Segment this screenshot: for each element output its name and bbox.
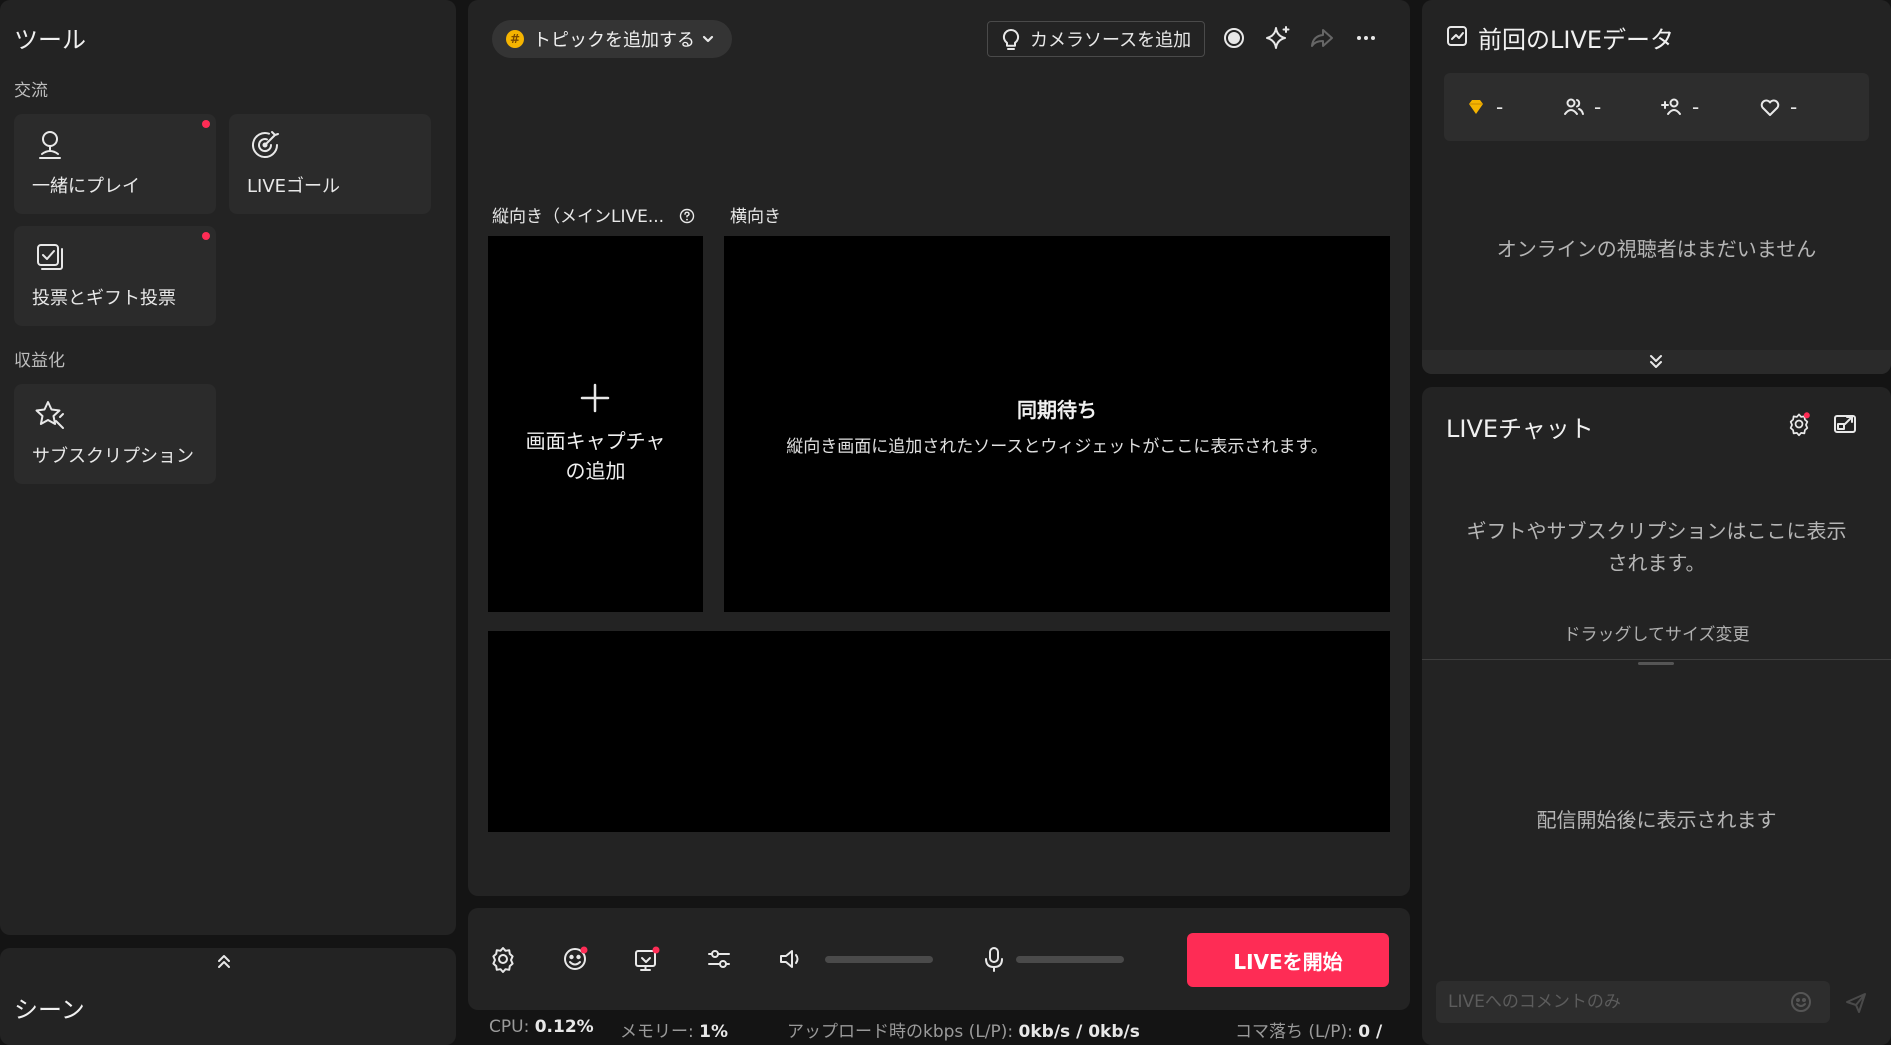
memory-label: メモリー: [620, 1022, 694, 1042]
cpu-status: CPU: 0.12% [489, 1017, 594, 1037]
vertical-canvas-label: 縦向き（メインLIVE... [492, 202, 695, 227]
add-camera-label: カメラソースを追加 [1030, 30, 1192, 51]
sparkle-icon[interactable] [1264, 24, 1292, 52]
last-live-title: 前回のLIVEデータ [1478, 26, 1675, 54]
speaker-icon[interactable] [776, 944, 806, 974]
poll-icon [37, 244, 63, 270]
stat-likes: - [1758, 95, 1797, 119]
more-icon[interactable] [1352, 24, 1380, 52]
tool-live-goal[interactable]: LIVEゴール [229, 114, 431, 214]
heart-icon [1760, 99, 1780, 116]
notification-dot [202, 120, 210, 128]
resize-hint: ドラッグしてサイズ変更 [1563, 625, 1750, 645]
frame-drop-status: コマ落ち (L/P): 0 / [1235, 1017, 1382, 1042]
horizontal-canvas-label: 横向き [730, 207, 781, 227]
live-chat-panel: LIVEチャット ギフトやサブスクリプションはここに表示 されます。 ドラッグし… [1422, 387, 1891, 1045]
resize-handle[interactable] [1638, 662, 1674, 665]
add-camera-source-button[interactable]: カメラソースを追加 [987, 21, 1205, 57]
stat-followers: - [1660, 95, 1699, 119]
viewers-icon [1564, 98, 1584, 115]
tools-panel: ツール 交流 一緒にプレイ LIVEゴール 投票とギフト投票 収益化 サブスクリ… [0, 0, 456, 935]
mic-volume-slider[interactable] [1016, 956, 1124, 963]
stats-box: - - - - [1444, 73, 1869, 141]
preview-panel: # トピックを追加する カメラソースを追加 縦向き（メインLIVE... 横向き… [468, 0, 1410, 896]
popout-icon[interactable] [1832, 411, 1858, 437]
bottom-canvas [488, 631, 1390, 832]
lightbulb-icon [1002, 28, 1020, 50]
tools-title: ツール [14, 26, 86, 54]
comment-input[interactable] [1436, 981, 1830, 1023]
stat-value: - [1496, 95, 1504, 119]
cpu-value: 0.12% [534, 1017, 594, 1037]
controls-bar: LIVEを開始 [468, 908, 1410, 1010]
tool-label: サブスクリプション [32, 446, 194, 467]
add-topic-label: トピックを追加する [533, 30, 695, 51]
diamond-icon [1469, 100, 1483, 114]
frame-drop-label: コマ落ち (L/P): [1235, 1022, 1353, 1042]
send-icon[interactable] [1844, 991, 1868, 1015]
tool-play-together[interactable]: 一緒にプレイ [14, 114, 216, 214]
tool-poll[interactable]: 投票とギフト投票 [14, 226, 216, 326]
vertical-canvas[interactable]: 画面キャプチャ の追加 [488, 236, 703, 612]
scenes-panel: シーン [0, 948, 456, 1045]
horizontal-canvas: 同期待ち 縦向き画面に追加されたソースとウィジェットがここに表示されます。 [724, 236, 1390, 612]
settings-gear-icon[interactable] [488, 944, 518, 974]
speaker-volume-slider[interactable] [825, 956, 933, 963]
chat-settings-icon[interactable] [1786, 411, 1812, 437]
star-icon [35, 401, 64, 429]
adjust-sliders-icon[interactable] [704, 944, 734, 974]
tool-label: 一緒にプレイ [32, 176, 140, 197]
tool-label: 投票とギフト投票 [32, 288, 176, 309]
person-icon [39, 131, 61, 159]
section-monetize-label: 収益化 [14, 351, 65, 371]
add-screen-capture-label: 画面キャプチャ の追加 [525, 429, 666, 483]
last-live-panel: 前回のLIVEデータ - - - - オンラインの視聴者はまだいません [1422, 0, 1891, 374]
upload-label: アップロード時のkbps (L/P): [787, 1022, 1014, 1042]
tool-label: LIVEゴール [247, 176, 341, 197]
frame-drop-value: 0 / [1358, 1022, 1383, 1042]
no-viewers-message: オンラインの視聴者はまだいません [1496, 237, 1817, 261]
target-icon [252, 131, 279, 159]
expand-up-icon[interactable] [215, 951, 233, 971]
resize-divider[interactable] [1422, 659, 1891, 660]
stat-value: - [1594, 95, 1602, 119]
vertical-label-text: 縦向き（メインLIVE... [492, 207, 665, 227]
stat-value: - [1692, 95, 1700, 119]
sync-waiting-description: 縦向き画面に追加されたソースとウィジェットがここに表示されます。 [786, 437, 1328, 457]
upload-status: アップロード時のkbps (L/P): 0kb/s / 0kb/s [787, 1017, 1140, 1042]
screen-share-icon[interactable] [632, 944, 662, 974]
after-start-message: 配信開始後に表示されます [1536, 808, 1777, 832]
help-icon[interactable] [679, 208, 695, 224]
live-chat-title: LIVEチャット [1446, 415, 1594, 443]
notification-dot [202, 232, 210, 240]
stat-viewers: - [1562, 95, 1601, 119]
upload-value: 0kb/s / 0kb/s [1018, 1022, 1140, 1042]
chart-icon [1447, 26, 1467, 46]
chevron-down-icon [702, 35, 714, 43]
share-icon[interactable] [1308, 24, 1336, 52]
memory-status: メモリー: 1% [620, 1017, 728, 1042]
microphone-icon[interactable] [979, 944, 1009, 974]
hashtag-icon: # [506, 30, 524, 48]
effects-face-icon[interactable] [560, 944, 590, 974]
section-interaction-label: 交流 [14, 81, 48, 101]
add-topic-button[interactable]: # トピックを追加する [492, 20, 732, 58]
stat-value: - [1790, 95, 1798, 119]
tool-subscription[interactable]: サブスクリプション [14, 384, 216, 484]
stat-diamonds: - [1464, 95, 1503, 119]
gift-message: ギフトやサブスクリプションはここに表示 されます。 [1466, 519, 1847, 575]
follower-icon [1661, 98, 1681, 115]
expand-down-icon[interactable] [1647, 352, 1665, 370]
sync-waiting-title: 同期待ち [1017, 398, 1097, 422]
start-live-button[interactable]: LIVEを開始 [1187, 933, 1389, 987]
memory-value: 1% [699, 1022, 729, 1042]
plus-icon [580, 383, 610, 413]
cpu-label: CPU: [489, 1017, 530, 1037]
record-icon[interactable] [1220, 24, 1248, 52]
emoji-icon[interactable] [1790, 991, 1812, 1013]
scenes-title: シーン [14, 996, 85, 1024]
